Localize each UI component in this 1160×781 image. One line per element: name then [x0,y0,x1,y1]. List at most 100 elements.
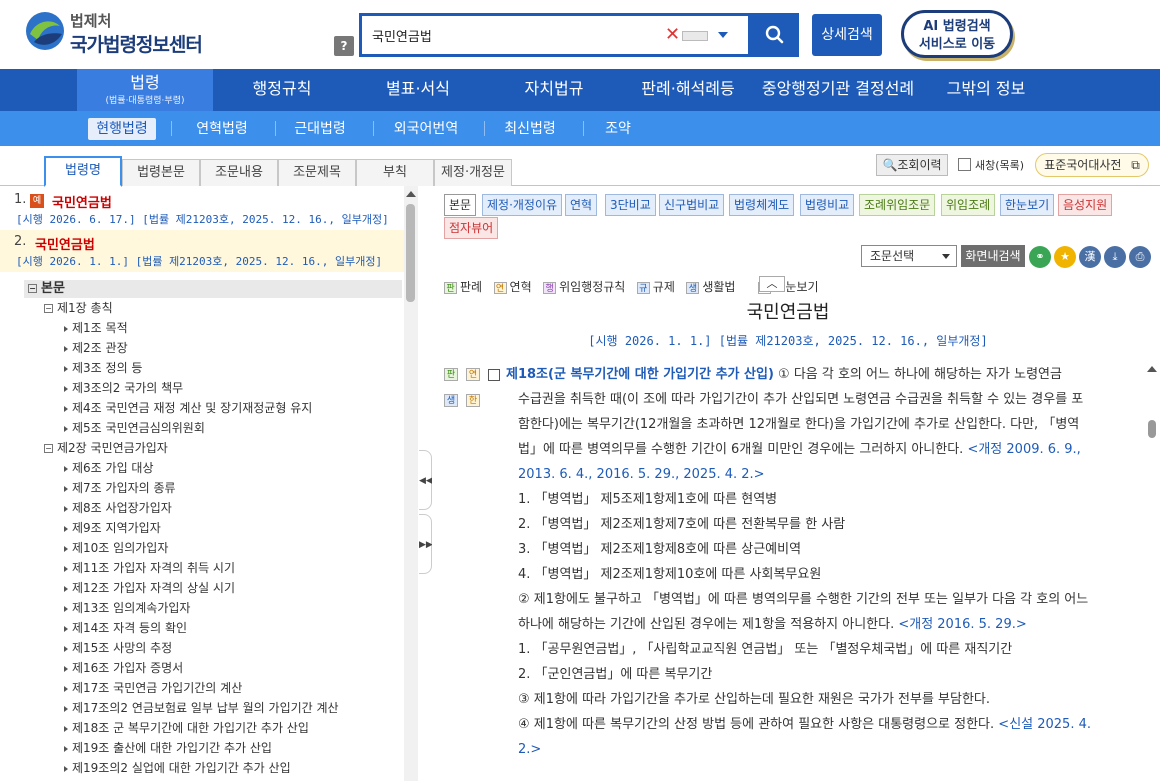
toolbar-3way-button[interactable]: 3단비교 [605,194,656,216]
expand-left-icon[interactable]: ▶▶ [419,514,433,574]
std-dictionary-button[interactable]: 표준국어대사전 ⧉ [1035,153,1149,177]
site-title[interactable]: 국가법령정보센터 [70,30,203,57]
life-law-icon[interactable]: 생 [444,394,458,407]
article-checkbox[interactable] [488,369,500,381]
toc-article-item[interactable]: 제4조 국민연금 재정 계산 및 장기재정균형 유지 [64,400,312,416]
toc-article-item[interactable]: 제19조의2 실업에 대한 가입기간 추가 산입 [64,760,291,776]
toc-article-item[interactable]: 제19조 출산에 대한 가입기간 추가 산입 [64,740,272,756]
regulation-icon: 규 [636,281,650,294]
toolbar-delegated-button[interactable]: 위임조례 [941,194,996,216]
toolbar-body-button[interactable]: 본문 [444,194,477,216]
toc-article-item[interactable]: 제16조 가입자 증명서 [64,660,183,676]
toolbar-system-button[interactable]: 법령체계도 [729,194,795,216]
toolbar-history-button[interactable]: 연혁 [565,194,598,216]
sub-nav-latest-laws[interactable]: 최신법령 [494,118,566,140]
precedent-icon[interactable]: 판 [444,368,458,381]
toc-article-item[interactable]: 제10조 임의가입자 [64,540,168,556]
caret-right-icon [64,585,68,592]
article-title[interactable]: 제18조(군 복무기간에 대한 가입기간 추가 산입) [506,367,774,382]
clear-icon[interactable]: ✕ [665,24,680,46]
caret-right-icon [64,345,68,352]
chevron-down-icon[interactable] [718,32,728,38]
sub-nav-modern-laws[interactable]: 근대법령 [284,118,356,140]
tab-enactment[interactable]: 제정·개정문 [434,159,512,186]
collapse-left-icon[interactable]: ◀◀ [419,450,433,510]
sub-nav-translations[interactable]: 외국어번역 [384,118,468,140]
toc-article-item[interactable]: 제17조 국민연금 가입기간의 계산 [64,680,242,696]
tab-supplementary[interactable]: 부칙 [356,159,434,186]
toc-article-item[interactable]: 제13조 임의계속가입자 [64,600,190,616]
toc-article-item[interactable]: 제3조 정의 등 [64,360,142,376]
tab-law-name[interactable]: 법령명 [44,156,122,187]
main-nav-law[interactable]: 법령 (법률·대통령령·부령) [77,69,213,111]
tab-law-body[interactable]: 법령본문 [122,159,200,186]
scrollbar-thumb[interactable] [406,204,415,302]
search-button[interactable] [751,13,799,57]
logo-icon[interactable] [24,10,66,52]
star-icon[interactable]: ★ [1054,246,1076,268]
toc-item-label: 제19조의2 실업에 대한 가입기간 추가 산입 [72,761,291,775]
toc-article-item[interactable]: 제6조 가입 대상 [64,460,154,476]
toc-chapter[interactable]: − 제2장 국민연금가입자 [44,440,168,456]
external-link-icon: ⧉ [1131,158,1140,172]
history-button[interactable]: 🔍조회이력 [876,154,948,176]
chevron-up-icon[interactable]: ︿ [759,276,785,292]
help-button[interactable]: ? [334,36,354,56]
sub-nav-treaties[interactable]: 조약 [596,118,640,140]
download-icon[interactable]: ⤓ [1104,246,1126,268]
toc-article-item[interactable]: 제2조 관장 [64,340,128,356]
toc-item-label: 제15조 사망의 추정 [72,641,173,655]
main-nav-local-laws[interactable]: 자치법규 [500,69,608,111]
toolbar-ordinance-button[interactable]: 조례위임조문 [859,194,936,216]
sub-nav-current-laws[interactable]: 현행법령 [88,118,156,140]
toolbar-reason-button[interactable]: 제정·개정이유 [482,194,563,216]
toc-article-item[interactable]: 제7조 가입자의 종류 [64,480,176,496]
toc-article-item[interactable]: 제12조 가입자 자격의 상실 시기 [64,580,235,596]
keyboard-icon[interactable] [682,31,708,41]
tab-article-title[interactable]: 조문제목 [278,159,356,186]
print-icon[interactable]: ⎙ [1129,246,1151,268]
toc-article-item[interactable]: 제3조의2 국가의 책무 [64,380,183,396]
toc-chapter[interactable]: − 제1장 총칙 [44,300,113,316]
toolbar-overview-button[interactable]: 한눈보기 [1000,194,1055,216]
toc-article-item[interactable]: 제14조 자격 등의 확인 [64,620,187,636]
main-nav-precedents[interactable]: 판례·해석례등 [626,69,750,111]
scroll-up-icon[interactable] [406,191,416,197]
toc-article-item[interactable]: 제9조 지역가입자 [64,520,161,536]
result-name[interactable]: 국민연금법 [52,192,112,211]
toc-article-item[interactable]: 제18조 군 복무기간에 대한 가입기간 추가 산입 [64,720,309,736]
toc-article-item[interactable]: 제15조 사망의 추정 [64,640,172,656]
toolbar-braille-button[interactable]: 점자뷰어 [444,217,499,239]
hanja-icon[interactable]: 漢 [1079,246,1101,268]
toolbar-compare-button[interactable]: 법령비교 [800,194,855,216]
toc-body-head[interactable]: − 본문 [24,280,402,298]
toc-article-item[interactable]: 제8조 사업장가입자 [64,500,172,516]
history-icon[interactable]: 연 [466,368,480,381]
toc-article-item[interactable]: 제5조 국민연금심의위원회 [64,420,205,436]
main-nav-admin-rules[interactable]: 행정규칙 [228,69,336,111]
toc-article-item[interactable]: 제11조 가입자 자격의 취득 시기 [64,560,235,576]
main-nav-decisions[interactable]: 중앙행정기관 결정선례 [758,69,918,111]
sub-nav-history-laws[interactable]: 연혁법령 [184,118,260,140]
new-window-checkbox[interactable] [958,158,971,171]
main-nav-forms[interactable]: 별표·서식 [364,69,472,111]
scrollbar-thumb[interactable] [1148,420,1156,438]
detail-search-button[interactable]: 상세검색 [812,14,882,56]
inpage-search-button[interactable]: 화면내검색 [961,245,1025,267]
toolbar-voice-button[interactable]: 음성지원 [1058,194,1113,216]
search-input[interactable] [372,24,662,46]
ai-search-button[interactable]: AI 법령검색 서비스로 이동 [901,10,1013,58]
toc-article-item[interactable]: 제17조의2 연금보험료 일부 납부 월의 가입기간 계산 [64,700,339,716]
toc-article-item[interactable]: 제1조 목적 [64,320,128,336]
result-name[interactable]: 국민연금법 [35,234,95,253]
tab-article-content[interactable]: 조문내용 [200,159,278,186]
share-icon[interactable]: ⚭ [1029,246,1051,268]
result-item[interactable]: 2. 국민연금법 [시행 2026. 1. 1.] [법률 제21203호, 2… [0,230,404,272]
overview-icon[interactable]: 한 [466,394,480,407]
toc-item-label: 제3조의2 국가의 책무 [72,381,184,395]
scroll-up-icon[interactable] [1147,366,1157,372]
toolbar-oldnew-button[interactable]: 신구법비교 [659,194,725,216]
main-nav-other[interactable]: 그밖의 정보 [934,69,1038,111]
caret-right-icon [64,745,68,752]
result-item[interactable]: 1. 예 국민연금법 [시행 2026. 6. 17.] [법률 제21203호… [0,188,404,228]
